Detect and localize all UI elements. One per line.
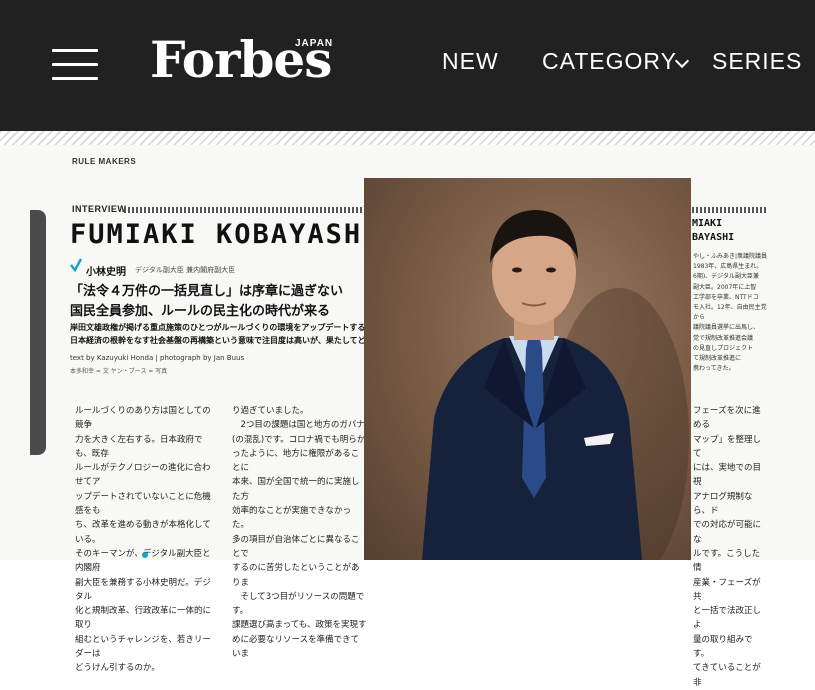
body-column-right: フェーズを次に進める マップ」を整理して には、実地での目視 アナログ規制なら、…	[693, 406, 762, 688]
right-name-line-1: MIAKI	[692, 218, 723, 229]
hamburger-icon[interactable]	[52, 47, 100, 83]
right-rule	[692, 207, 768, 213]
subject-name-jp: 小林史明	[86, 267, 126, 278]
lead-line-1: 岸田文雄政権が掲げる重点施策のひとつがルールづくりの環境をアップデートすることだ	[70, 323, 390, 332]
nav-category[interactable]: CATEGORY	[542, 48, 677, 75]
chevron-down-icon[interactable]	[674, 53, 690, 69]
headline-line-1: 「法令４万件の一括見直し」は序章に過ぎない	[70, 284, 344, 299]
headline-line-2: 国民全員参加、ルールの民主化の時代が来る	[70, 304, 331, 319]
article-name-title: FUMIAKI KOBAYASHI	[70, 219, 381, 250]
nav-new[interactable]: NEW	[442, 48, 499, 75]
interview-label: INTERVIEW	[72, 204, 127, 214]
subject-role: デジタル副大臣 兼内閣府副大臣	[135, 266, 236, 274]
body-column-1: ルールづくりのあり方は国としての競争 力を大きく左右する。日本政府でも、既存 ル…	[75, 406, 212, 674]
lead-line-2: 日本経済の根幹をなす社会基盤の再構築という意味で注目度は高いが、果たしてどこまで	[70, 336, 390, 345]
page-tab	[30, 210, 46, 455]
profile-bio: やし・ふみあき|衆議院議員 1983年、広島県生まれ。 6期)、デジタル副大臣兼…	[693, 253, 768, 373]
logo-subtitle: JAPAN	[295, 38, 334, 49]
body-column-2: り過ぎていました。 2つ目の課題は国と地方のガバナ (の混乱)です。コロナ禍でも…	[232, 406, 367, 660]
section-label: RULE MAKERS	[72, 157, 137, 166]
article-credit: text by Kazuyuki Honda | photograph by J…	[70, 354, 245, 362]
article-credit-jp: 本多和幸 = 文 ヤン・ブース = 写真	[70, 368, 168, 375]
right-name-line-2: BAYASHI	[692, 232, 735, 243]
interview-rule	[124, 207, 362, 213]
forbes-japan-logo[interactable]: Forbes JAPAN	[150, 30, 350, 90]
site-header: Forbes JAPAN NEW CATEGORY SERIES	[0, 0, 815, 131]
portrait-photo	[364, 178, 691, 560]
bullet-dot	[142, 552, 148, 558]
portrait-illustration	[422, 210, 689, 560]
check-icon	[70, 258, 82, 272]
header-divider	[0, 131, 815, 145]
nav-series[interactable]: SERIES	[712, 48, 802, 75]
